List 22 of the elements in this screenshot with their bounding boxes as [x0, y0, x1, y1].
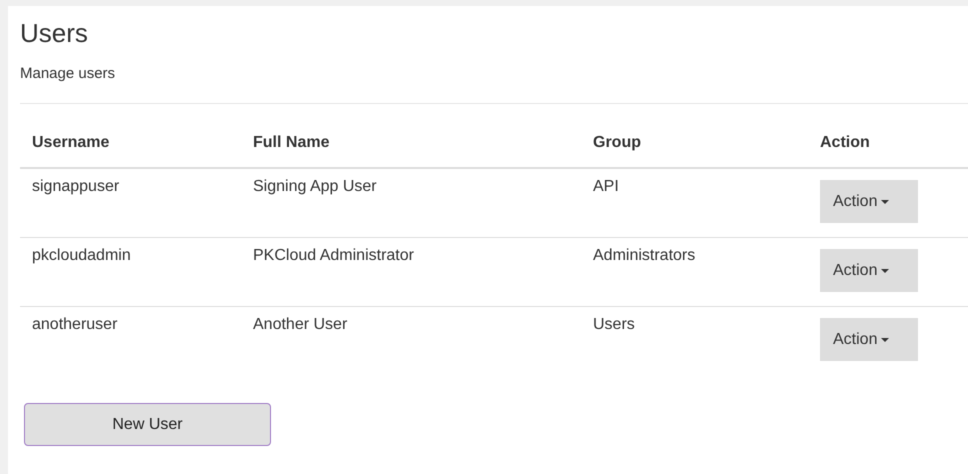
table-cell: Administrators — [581, 238, 808, 306]
page-title: Users — [20, 18, 89, 48]
table-cell: API — [581, 168, 808, 238]
table-cell: PKCloud Administrator — [241, 238, 581, 306]
table-cell: Another User — [241, 306, 581, 375]
column-header: Full Name — [241, 123, 581, 168]
table-cell: anotheruser — [20, 306, 241, 375]
table-cell: signappuser — [20, 168, 241, 238]
caret-icon — [881, 200, 890, 204]
caret-icon — [881, 268, 890, 272]
action-dropdown-button[interactable]: Action — [820, 249, 918, 292]
action-dropdown-button[interactable]: Action — [820, 180, 918, 223]
caret-icon — [881, 338, 890, 342]
page-subtitle: Manage users — [20, 65, 116, 83]
column-header: Group — [581, 123, 808, 168]
new-user-button[interactable]: New User — [24, 403, 271, 446]
column-header: Username — [20, 123, 241, 168]
table-cell: Users — [581, 306, 808, 375]
table-cell: pkcloudadmin — [20, 238, 241, 306]
action-dropdown-button[interactable]: Action — [820, 318, 918, 361]
column-header: Action — [808, 123, 968, 168]
table-cell: Signing App User — [241, 168, 581, 238]
